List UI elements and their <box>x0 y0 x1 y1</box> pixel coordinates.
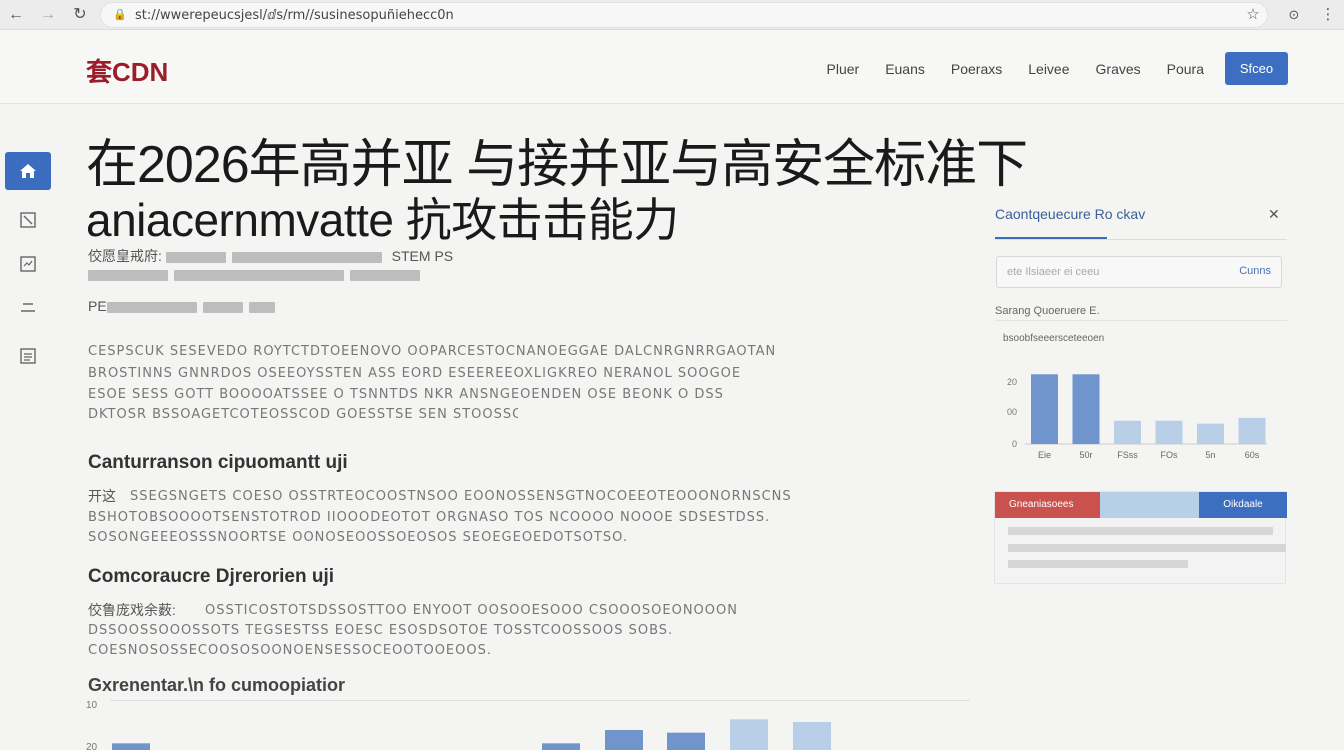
y-tick-label: 0 <box>1012 439 1017 449</box>
bottom-chart-heading: Gxrenentar.\n fo cumoopiatior <box>88 675 346 695</box>
section-label: 开这 <box>88 488 116 504</box>
y-tick-label: 00 <box>1007 407 1017 417</box>
paragraph-line: ESOE SESS GOTT BOOOOATSSEE O TSNNTDS NKR… <box>88 387 724 400</box>
browser-toolbar: ← → ↻ 🔒 st://wwerepeucsjesl/ⅆs/rm//susin… <box>0 0 1344 30</box>
card-red-tab[interactable]: Gneaniasoees <box>995 492 1100 518</box>
section-heading: Comcoraucre Djrerorien uji <box>88 566 335 587</box>
paragraph-line: SOSONGEEEOSSSNOORTSE OONOSEOOSSOEOSOS SE… <box>88 530 628 543</box>
meta-line-2 <box>88 266 426 282</box>
bar <box>1238 417 1266 444</box>
back-icon[interactable]: ← <box>6 5 26 25</box>
sidebar-search-field[interactable]: ete Ilsiaeer ei ceeu Cunns <box>996 256 1282 288</box>
x-tick-label: 60s <box>1245 450 1260 460</box>
url-text[interactable]: st://wwerepeucsjesl/ⅆs/rm//susinesopuñie… <box>135 8 454 23</box>
card-progress-segment <box>1100 492 1199 518</box>
reload-icon[interactable]: ↻ <box>70 5 90 25</box>
section-heading: Canturranson cipuomantt uji <box>88 452 348 473</box>
nav-link-6[interactable]: Poura <box>1167 61 1204 77</box>
divider <box>995 239 1287 240</box>
search-button[interactable]: Cunns <box>1239 265 1271 277</box>
close-icon[interactable]: ✕ <box>1268 206 1280 223</box>
sidebar-card: Gneaniasoees Oikdaale <box>994 491 1287 584</box>
bar <box>605 730 643 750</box>
axis-tick-label: 10 <box>86 700 98 711</box>
nav-link-3[interactable]: Poeraxs <box>951 61 1002 77</box>
x-tick-label: 5n <box>1205 450 1215 460</box>
meta-tail: STEM PS <box>391 248 454 264</box>
address-bar[interactable]: 🔒 st://wwerepeucsjesl/ⅆs/rm//susinesopuñ… <box>100 2 1268 28</box>
sidebar-label: Sarang Quoeruere E. <box>995 305 1100 317</box>
section-meta: 开这 <box>88 486 116 506</box>
bar <box>793 722 831 750</box>
paragraph-line: OSSTICOSTOTSDSSOSTTOO ENYOOT OOSOOESOOO … <box>205 603 738 616</box>
lock-icon: 🔒 <box>113 9 127 21</box>
card-blue-tab[interactable]: Oikdaale <box>1199 492 1287 518</box>
bar <box>730 719 768 750</box>
bottom-bar-chart: 10 20 <box>86 700 831 750</box>
page-subtitle: aniacernmvatte 抗攻击击能力 <box>86 194 679 246</box>
meta-line-3: PE <box>88 298 281 314</box>
section-meta: 佼鲁庞戏余薮: <box>88 600 176 620</box>
nav-link-2[interactable]: Euans <box>885 61 925 77</box>
site-header: 套CDN Pluer Euans Poeraxs Leivee Graves P… <box>0 30 1344 104</box>
bar <box>112 743 150 750</box>
bar <box>1114 420 1141 444</box>
axis-tick-label: 20 <box>86 742 98 750</box>
document-icon[interactable] <box>5 337 51 375</box>
paragraph-line: BSHOTOBSOOOOTSENSTOTROD IIOOODEOTOT ORGN… <box>88 510 771 523</box>
search-placeholder: ete Ilsiaeer ei ceeu <box>1007 266 1100 278</box>
x-tick-label: FOs <box>1161 450 1178 460</box>
x-tick-label: FSss <box>1117 450 1138 460</box>
edit-icon[interactable] <box>5 201 51 239</box>
chart-icon[interactable] <box>5 245 51 283</box>
paragraph-line: DKTOSR BSSOAGETCOTEOSSCOD GOESSTSE SEN S… <box>88 407 518 420</box>
paragraph-line: CESPSCUK SESEVEDO ROYTCTDTOEENOVO OOPARC… <box>88 344 777 357</box>
paragraph-line: COESNOSOSSECOOSOSOONOENSESSOCEOOTOOEOOS. <box>88 643 492 656</box>
menu-icon[interactable]: ⋮ <box>1318 5 1338 25</box>
sidebar-bar-chart: 20000Eie 50r FSss FOs 5n 60s <box>1007 374 1267 460</box>
meta-label-2: PE <box>88 298 107 314</box>
bar <box>1197 423 1224 444</box>
home-icon[interactable] <box>5 152 51 190</box>
star-icon[interactable]: ☆ <box>1243 5 1263 25</box>
bar <box>1072 374 1100 444</box>
meta-label: 佼愿皇戒府: <box>88 248 162 264</box>
card-text-line <box>1008 527 1273 535</box>
x-tick-label: 50r <box>1079 450 1092 460</box>
site-logo[interactable]: 套CDN <box>86 52 168 89</box>
sidebar-tab[interactable]: Caontqeuecure Ro ckav <box>995 206 1145 222</box>
forward-icon[interactable]: → <box>38 5 58 25</box>
paragraph-line: DSSOOSSOOOSSOTS TEGSESTSS EOESC ESOSDSOT… <box>88 623 674 636</box>
cta-button[interactable]: Sfceo <box>1225 52 1288 85</box>
section-label: 佼鲁庞戏余薮: <box>88 602 176 618</box>
y-tick-label: 20 <box>1007 377 1017 387</box>
paragraph-line: BROSTINNS GNNRDOS OSEEOYSSTEN ASS EORD E… <box>88 366 742 379</box>
nav-link-5[interactable]: Graves <box>1096 61 1141 77</box>
meta-line-1: 佼愿皇戒府: STEM PS <box>88 246 453 266</box>
bar <box>1155 420 1183 444</box>
extension-icon[interactable]: ⊙ <box>1284 5 1304 25</box>
bar <box>542 743 580 750</box>
x-tick-label: Eie <box>1038 450 1051 460</box>
card-text-line <box>1008 544 1286 552</box>
bar <box>667 732 705 750</box>
nav-link-4[interactable]: Leivee <box>1028 61 1069 77</box>
card-text-line <box>1008 560 1188 568</box>
divider <box>995 320 1287 321</box>
nav-link-1[interactable]: Pluer <box>827 61 860 77</box>
top-nav: Pluer Euans Poeraxs Leivee Graves Poura <box>801 61 1205 77</box>
bar <box>1031 374 1058 444</box>
paragraph-line: SSEGSNGETS COESO OSSTRTEOCOOSTNSOO EOONO… <box>130 489 792 502</box>
list-icon[interactable] <box>5 289 51 327</box>
